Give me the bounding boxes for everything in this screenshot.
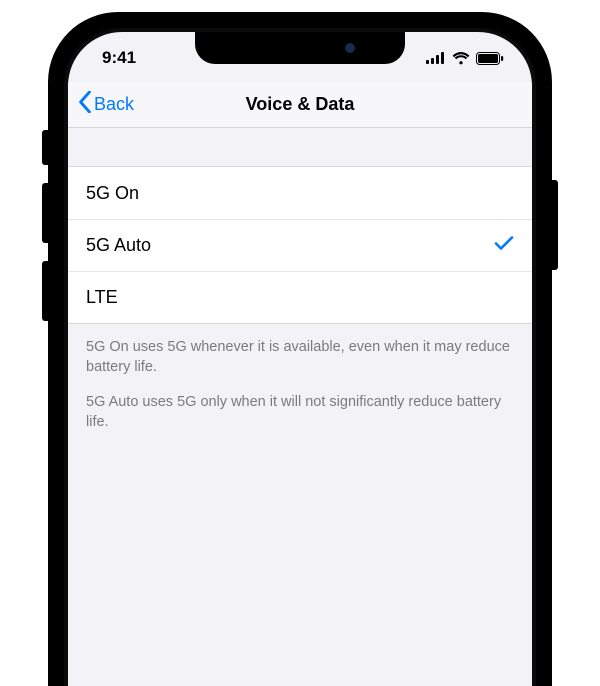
- option-label: 5G On: [86, 183, 139, 204]
- navigation-bar: Back Voice & Data: [68, 82, 532, 128]
- camera-icon: [345, 43, 355, 53]
- footer-paragraph: 5G On uses 5G whenever it is available, …: [86, 338, 514, 377]
- page-title: Voice & Data: [68, 94, 532, 115]
- chevron-left-icon: [78, 91, 94, 118]
- device-notch: [195, 32, 405, 64]
- back-label: Back: [94, 94, 134, 115]
- options-list: 5G On 5G Auto LTE: [68, 166, 532, 324]
- footer-text: 5G On uses 5G whenever it is available, …: [68, 324, 532, 446]
- back-button[interactable]: Back: [68, 91, 134, 118]
- option-label: LTE: [86, 287, 118, 308]
- battery-icon: [476, 52, 504, 65]
- cellular-icon: [426, 52, 446, 64]
- footer-paragraph: 5G Auto uses 5G only when it will not si…: [86, 393, 514, 432]
- option-lte[interactable]: LTE: [68, 271, 532, 323]
- wifi-icon: [452, 52, 470, 65]
- option-5g-auto[interactable]: 5G Auto: [68, 219, 532, 271]
- option-label: 5G Auto: [86, 235, 151, 256]
- option-5g-on[interactable]: 5G On: [68, 167, 532, 219]
- checkmark-icon: [494, 234, 514, 257]
- status-icons: [426, 52, 504, 65]
- status-time: 9:41: [102, 48, 136, 68]
